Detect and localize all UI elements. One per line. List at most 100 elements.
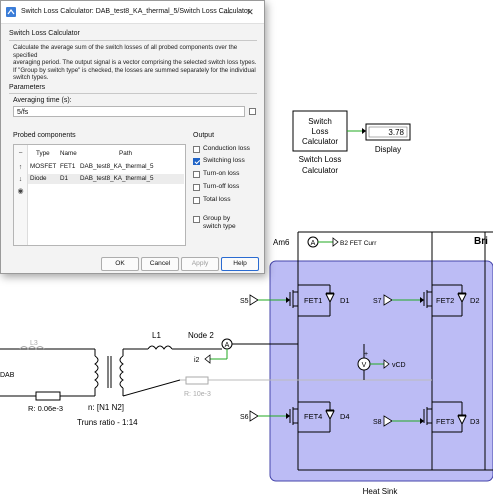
fet4-label: FET4	[304, 412, 322, 421]
row1-name: FET1	[60, 163, 76, 170]
move-down-icon[interactable]: ↓	[14, 175, 27, 185]
fet3-label: FET3	[436, 417, 454, 426]
calc-block-line2: Loss	[312, 127, 329, 136]
row1-type: MOSFET	[30, 163, 57, 170]
s7-label: S7	[373, 298, 382, 305]
show-icon[interactable]: ◉	[14, 187, 27, 197]
ok-button[interactable]: OK	[101, 257, 139, 271]
conduction-loss-checkbox[interactable]	[193, 146, 200, 153]
apply-button[interactable]: Apply	[181, 257, 219, 271]
sec-bottom-wire	[122, 379, 181, 397]
turns-label: Truns ratio - 1:14	[77, 418, 138, 427]
bridge-title: Bri	[474, 236, 488, 247]
description-line-4: switch types.	[13, 74, 49, 82]
total-loss-label: Total loss	[203, 196, 231, 203]
fet2-label: FET2	[436, 296, 454, 305]
am6-symbol: A	[311, 240, 316, 247]
col-header-path: Path	[119, 150, 132, 157]
switching-loss-checkbox[interactable]	[193, 158, 200, 165]
s8-label: S8	[373, 419, 382, 426]
fet1-label: FET1	[304, 296, 322, 305]
row2-type: Diode	[30, 175, 47, 182]
vcd-plus: +	[364, 351, 368, 358]
group-by-label: Group by	[203, 215, 231, 222]
l1-inductor[interactable]	[147, 345, 173, 350]
averaging-time-label: Averaging time (s):	[13, 97, 72, 104]
help-button[interactable]: Help	[221, 257, 259, 271]
r-label: R: 0.06e-3	[28, 404, 63, 413]
b2-flag	[332, 237, 339, 247]
s6-label: S6	[240, 414, 249, 421]
averaging-time-checkbox[interactable]	[249, 108, 256, 115]
l1-label: L1	[152, 331, 161, 340]
remove-icon[interactable]: −	[14, 149, 27, 159]
vcd-label: vCD	[392, 362, 406, 369]
col-header-type: Type	[36, 150, 50, 157]
b2-label: B2 FET Curr	[340, 240, 377, 247]
l3-label: L3	[30, 340, 38, 347]
d3-label: D3	[470, 417, 480, 426]
description-line-1: Calculate the average sum of the switch …	[13, 44, 238, 59]
description: Calculate the average sum of the switch …	[13, 44, 257, 82]
switch-loss-calculator-dialog[interactable]: Switch Loss Calculator: DAB_test8_KA_the…	[0, 0, 265, 274]
d2-label: D2	[470, 296, 480, 305]
turn-on-loss-checkbox[interactable]	[193, 171, 200, 178]
group-by-switch-type-checkbox[interactable]	[193, 216, 200, 223]
averaging-time-input[interactable]: 5/fs	[13, 106, 245, 117]
transformer-primary	[94, 355, 99, 389]
row2-name: D1	[60, 175, 69, 182]
row2-path: DAB_test8_KA_thermal_5	[80, 175, 154, 182]
title-bar[interactable]: Switch Loss Calculator: DAB_test8_KA_the…	[1, 1, 264, 24]
cancel-button[interactable]: Cancel	[141, 257, 179, 271]
switch-type-label: switch type	[203, 223, 236, 230]
parameters-label: Parameters	[9, 84, 46, 91]
row1-path: DAB_test8_KA_thermal_5	[80, 163, 154, 170]
r-resistor[interactable]	[35, 391, 61, 401]
display-label: Display	[375, 145, 401, 154]
calc-caption-2: Calculator	[302, 166, 338, 175]
minimize-button[interactable]: —	[219, 5, 237, 19]
probe-toolbar: − ↑ ↓ ◉	[14, 145, 28, 245]
turn-off-loss-label: Turn-off loss	[203, 183, 240, 190]
output-label: Output	[193, 132, 215, 139]
transformer-secondary	[119, 355, 124, 389]
section-rule	[9, 40, 257, 41]
d1-label: D1	[340, 296, 350, 305]
switching-loss-label: Switching loss	[203, 157, 245, 164]
node2-ammeter-symbol: A	[225, 342, 230, 349]
node2-label: Node 2	[188, 331, 214, 340]
i2-flag	[204, 354, 211, 364]
col-header-name: Name	[60, 150, 77, 157]
s5-flag[interactable]	[249, 294, 259, 306]
heat-sink-label: Heat Sink	[363, 487, 399, 496]
s5-label: S5	[240, 298, 249, 305]
calc-block-line1: Switch	[308, 117, 332, 126]
calc-caption-1: Switch Loss	[299, 155, 342, 164]
calc-output-arrow	[362, 128, 366, 134]
total-loss-checkbox[interactable]	[193, 197, 200, 204]
plecs-app-icon	[6, 7, 16, 17]
am6-label: Am6	[273, 238, 290, 247]
turn-off-loss-checkbox[interactable]	[193, 184, 200, 191]
dialog-title: Switch Loss Calculator: DAB_test8_KA_the…	[21, 8, 251, 15]
section-header: Switch Loss Calculator	[9, 30, 80, 37]
dab-label: DAB	[0, 372, 15, 379]
i2-label: i2	[194, 357, 200, 364]
close-button[interactable]: ✕	[241, 5, 259, 19]
conduction-loss-label: Conduction loss	[203, 145, 250, 152]
d4-label: D4	[340, 412, 350, 421]
move-up-icon[interactable]: ↑	[14, 163, 27, 173]
probed-components-table[interactable]: − ↑ ↓ ◉ Type Name Path MOSFET FET1 DAB_t…	[13, 144, 186, 246]
output-group: Output Conduction loss Switching loss Tu…	[189, 132, 259, 244]
calc-block-line3: Calculator	[302, 137, 338, 146]
parameters-rule	[9, 93, 257, 94]
vcd-voltmeter-symbol: V	[362, 362, 367, 369]
r2-label: R: 10e-3	[184, 391, 211, 398]
description-line-3: If "Group by switch type" is checked, th…	[13, 66, 256, 74]
r2-resistor[interactable]	[185, 376, 209, 385]
s6-flag[interactable]	[249, 410, 259, 422]
n-label: n: [N1 N2]	[88, 403, 124, 412]
probed-components-label: Probed components	[13, 132, 76, 139]
display-value: 3.78	[388, 128, 404, 137]
description-line-2: averaging period. The output signal is a…	[13, 59, 257, 67]
